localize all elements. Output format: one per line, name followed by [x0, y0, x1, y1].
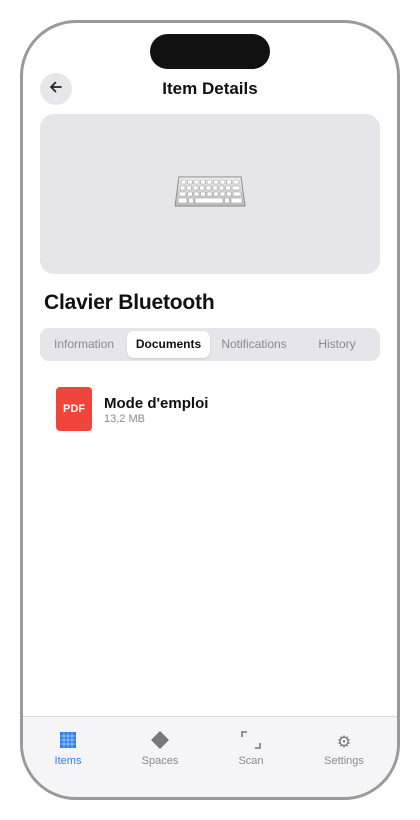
tab-settings[interactable]: ⚙ Settings: [309, 731, 379, 771]
phone-frame: Item Details Clavier Bluetooth Informati…: [20, 20, 400, 800]
segment-history[interactable]: History: [296, 331, 378, 358]
diamond-icon: [150, 730, 170, 755]
dynamic-island: [150, 34, 270, 69]
pdf-file-icon: PDF: [56, 387, 92, 431]
item-name: Clavier Bluetooth: [44, 291, 215, 314]
tab-items[interactable]: Items: [33, 731, 103, 771]
keyboard-icon: [173, 174, 247, 215]
gear-icon: ⚙: [336, 732, 352, 751]
document-name: Mode d'emploi: [104, 395, 209, 412]
tab-settings-label: Settings: [324, 755, 364, 767]
tab-bar: Items Spaces Scan ⚙ Settings: [23, 716, 397, 797]
tab-spaces-label: Spaces: [141, 755, 179, 767]
tab-items-label: Items: [54, 755, 82, 767]
item-image: [40, 114, 380, 274]
pdf-badge-label: PDF: [63, 403, 85, 415]
scan-frame-icon: [241, 730, 261, 754]
grid-icon: [60, 731, 76, 753]
tab-spaces[interactable]: Spaces: [125, 730, 195, 771]
tab-scan[interactable]: Scan: [216, 730, 286, 771]
segment-information[interactable]: Information: [43, 331, 125, 358]
document-size: 13,2 MB: [104, 413, 145, 425]
tab-scan-label: Scan: [238, 755, 264, 767]
nav-header: Item Details: [23, 73, 397, 109]
page-title: Item Details: [162, 79, 258, 98]
segmented-control: Information Documents Notifications Hist…: [40, 328, 380, 361]
document-row[interactable]: PDF Mode d'emploi 13,2 MB: [56, 387, 356, 433]
segment-documents[interactable]: Documents: [127, 331, 210, 358]
segment-notifications[interactable]: Notifications: [212, 331, 296, 358]
